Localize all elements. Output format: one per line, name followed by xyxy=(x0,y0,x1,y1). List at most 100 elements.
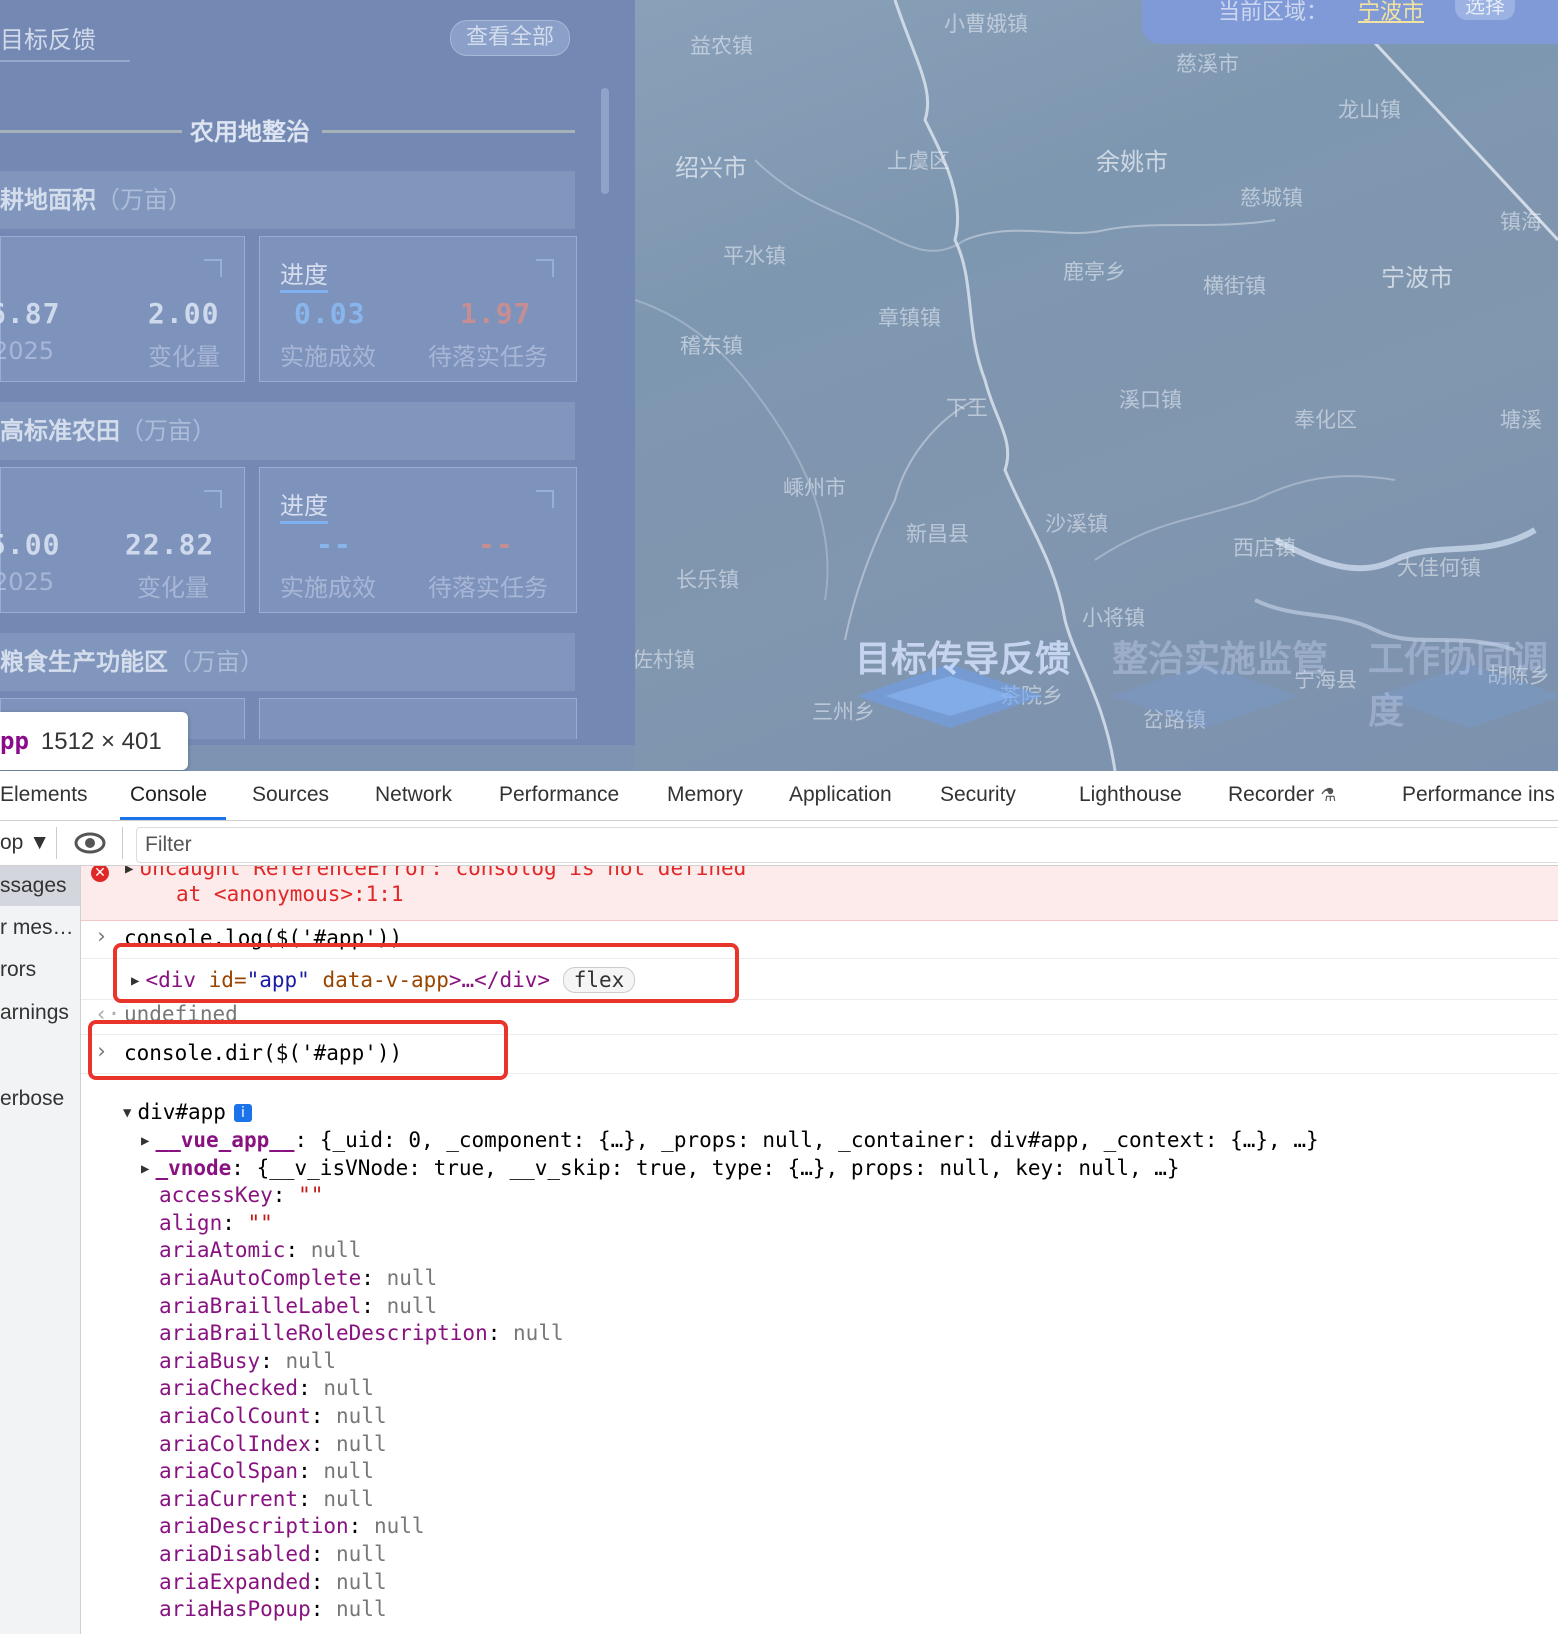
eye-icon[interactable] xyxy=(74,829,106,862)
map-place-label: 沙溪镇 xyxy=(1045,512,1108,536)
nav-work-coordination[interactable]: 工作协同调度 xyxy=(1368,630,1558,734)
stat-caption: 变化量 xyxy=(148,343,220,371)
property-key: ariaColCount xyxy=(159,1404,311,1428)
filter-input[interactable] xyxy=(143,832,747,858)
tab-elements[interactable]: Elements xyxy=(0,783,88,807)
tab-lighthouse[interactable]: Lighthouse xyxy=(1079,783,1182,807)
sidebar-item-messages[interactable]: ssages xyxy=(0,866,80,906)
dir-property: align: "" xyxy=(159,1210,273,1235)
map-place-label: 下王 xyxy=(946,396,988,420)
tab-recorder[interactable]: Recorder ⚗ xyxy=(1228,783,1336,807)
expand-triangle-icon[interactable]: ▶ xyxy=(141,1133,149,1149)
tab-network[interactable]: Network xyxy=(375,783,452,807)
property-value: null xyxy=(513,1321,564,1346)
sidebar-item-warnings[interactable]: arnings xyxy=(0,993,80,1033)
nav-implementation-monitor[interactable]: 整治实施监管 xyxy=(1112,630,1328,682)
property-value: {__v_isVNode: true, __v_skip: true, type… xyxy=(256,1155,1180,1180)
property-key: ariaColSpan xyxy=(159,1459,299,1484)
tab-sources[interactable]: Sources xyxy=(252,783,329,807)
element-inspect-tooltip: pp 1512 × 401 xyxy=(0,712,188,770)
dir-property: ariaAutoComplete: null xyxy=(159,1266,438,1290)
dir-property: ariaBrailleLabel: null xyxy=(159,1293,438,1318)
property-value: null xyxy=(386,1266,438,1290)
expand-triangle-icon[interactable]: ▶ xyxy=(125,866,133,877)
progress-tab[interactable]: 进度 xyxy=(280,255,328,293)
map-place-label: 龙山镇 xyxy=(1338,98,1401,122)
tab-console[interactable]: Console xyxy=(130,783,207,807)
panel-scrollbar[interactable] xyxy=(601,88,609,194)
expand-triangle-icon[interactable]: ▶ xyxy=(141,1161,149,1177)
progress-card[interactable] xyxy=(259,698,577,739)
highlight-box xyxy=(113,943,739,1003)
expand-icon[interactable] xyxy=(204,259,222,277)
dir-property: ariaDescription: null xyxy=(159,1514,425,1539)
flask-icon: ⚗ xyxy=(1320,785,1337,805)
stat-value: 22.82 xyxy=(125,528,215,561)
progress-tab[interactable]: 进度 xyxy=(280,486,328,524)
tab-security[interactable]: Security xyxy=(940,783,1016,807)
dir-property: accessKey: "" xyxy=(159,1183,324,1208)
property-value: null xyxy=(310,1238,362,1263)
progress-card[interactable]: 进度 0.03 1.97 实施成效 待落实任务 xyxy=(259,236,577,382)
expand-icon[interactable] xyxy=(536,259,554,277)
nav-target-feedback[interactable]: 目标传导反馈 xyxy=(855,630,1071,682)
dir-property: ariaExpanded: null xyxy=(159,1569,387,1594)
tab-performance[interactable]: Performance xyxy=(499,783,619,807)
dir-property: ariaAtomic: null xyxy=(159,1238,362,1263)
region-value-link[interactable]: 宁波市 xyxy=(1358,0,1424,26)
region-label: 当前区域： xyxy=(1218,0,1329,25)
progress-value: -- xyxy=(316,528,352,561)
section-title: 农用地整治 xyxy=(190,118,310,146)
progress-card[interactable]: 进度 -- -- 实施成效 待落实任务 xyxy=(259,467,577,613)
stat-caption: 2025 xyxy=(0,568,55,596)
property-key: __vue_app__ xyxy=(155,1128,295,1152)
sidebar-item-info[interactable] xyxy=(0,1036,80,1076)
property-value: null xyxy=(373,1514,425,1539)
toolbar-divider xyxy=(56,827,57,859)
map-place-label: 西店镇 xyxy=(1233,536,1296,560)
dir-property[interactable]: ▶ __vue_app__: {_uid: 0, _component: {…},… xyxy=(141,1128,1319,1152)
info-icon[interactable]: i xyxy=(233,1104,252,1122)
property-key: ariaDisabled xyxy=(159,1542,311,1566)
dir-property: ariaDisabled: null xyxy=(159,1542,387,1566)
property-value: null xyxy=(336,1542,387,1566)
property-key: ariaBrailleLabel xyxy=(159,1293,362,1318)
property-key: ariaDescription xyxy=(159,1514,349,1539)
property-value: null xyxy=(386,1293,438,1318)
collapse-triangle-icon[interactable]: ▼ xyxy=(123,1105,131,1121)
property-key: ariaChecked xyxy=(159,1376,299,1401)
map-place-label: 章镇镇 xyxy=(878,306,941,330)
expand-icon[interactable] xyxy=(536,490,554,508)
tab-performance-insights[interactable]: Performance ins xyxy=(1402,783,1555,807)
stat-caption: 实施成效 xyxy=(280,574,376,602)
error-message: ✕ ▶ Uncaught ReferenceError: consolog is … xyxy=(81,866,1558,921)
expand-icon[interactable] xyxy=(204,490,222,508)
dir-property: ariaBusy: null xyxy=(159,1348,337,1373)
highlight-box xyxy=(88,1020,508,1080)
property-value: {_uid: 0, _component: {…}, _props: null,… xyxy=(319,1128,1319,1152)
stat-card[interactable]: 6.87 2.00 2025 变化量 xyxy=(0,236,245,382)
console-output[interactable]: ✕ ▶ Uncaught ReferenceError: consolog is … xyxy=(81,866,1558,1634)
stat-card[interactable]: 5.00 22.82 2025 变化量 xyxy=(0,467,245,613)
sidebar-item-errors[interactable]: rors xyxy=(0,950,80,990)
sidebar-item-verbose[interactable]: erbose xyxy=(0,1079,80,1119)
tab-application[interactable]: Application xyxy=(789,783,892,807)
property-value: null xyxy=(336,1431,387,1456)
tab-memory[interactable]: Memory xyxy=(667,783,743,807)
map-place-label: 上虞区 xyxy=(887,149,950,173)
filter-box xyxy=(136,827,1558,863)
dir-property: ariaChecked: null xyxy=(159,1376,374,1401)
property-value: null xyxy=(336,1404,387,1428)
context-selector[interactable]: op ▼ xyxy=(0,831,50,855)
region-select-button[interactable]: 选择 xyxy=(1455,0,1515,20)
view-all-button[interactable]: 查看全部 xyxy=(450,20,570,56)
dir-root[interactable]: ▼ div#app i xyxy=(123,1100,252,1124)
dir-property: ariaColSpan: null xyxy=(159,1459,374,1484)
category-header: 高标准农田（万亩） xyxy=(0,402,575,460)
dir-property[interactable]: ▶ _vnode: {__v_isVNode: true, __v_skip: t… xyxy=(141,1156,1180,1180)
map-place-label: 余姚市 xyxy=(1096,148,1168,176)
property-value: null xyxy=(323,1459,374,1484)
sidebar-item-user-messages[interactable]: r mes… xyxy=(0,908,80,948)
console-toolbar: op ▼ xyxy=(0,821,1558,866)
map-place-label: 长乐镇 xyxy=(676,568,739,592)
